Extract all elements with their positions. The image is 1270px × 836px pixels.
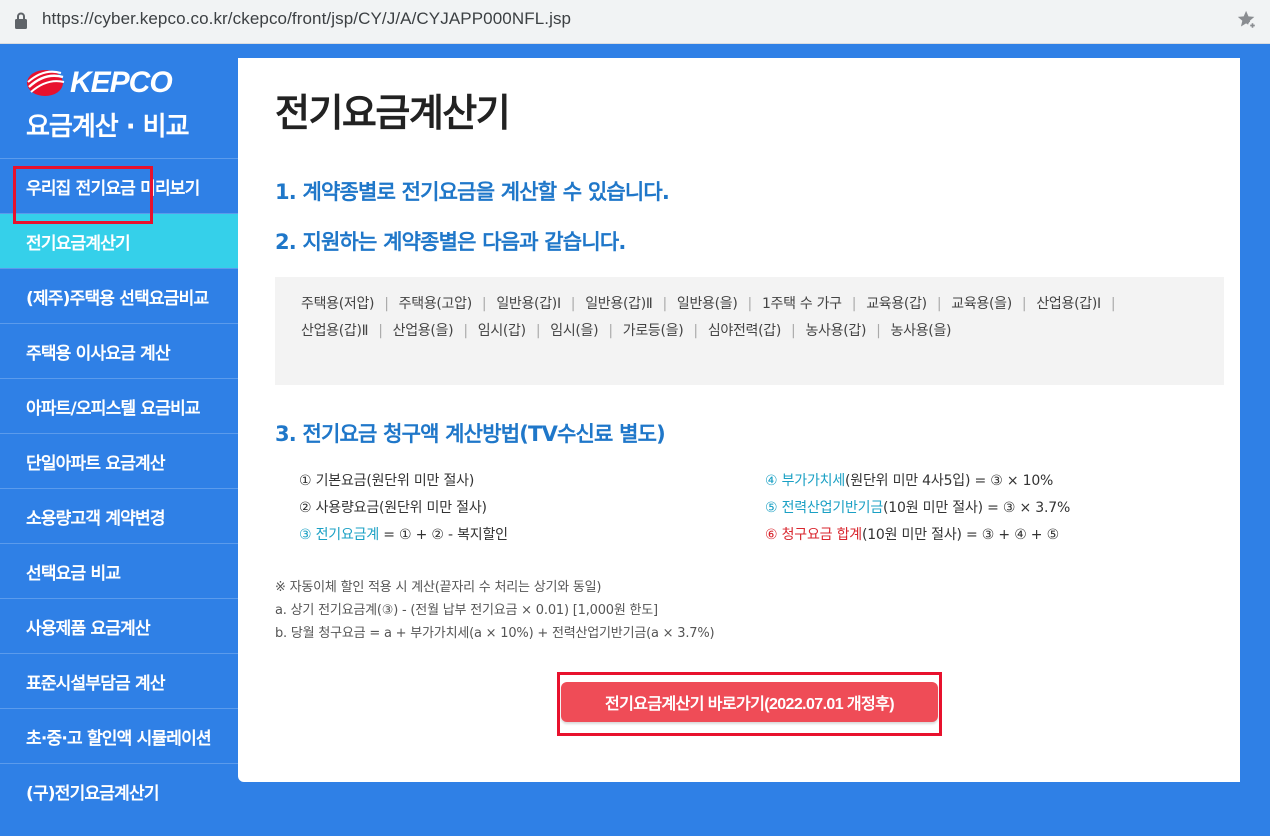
contract-type-separator: | xyxy=(851,296,857,312)
sidebar-item-appliance-calc[interactable]: 사용제품 요금계산 xyxy=(0,598,238,653)
calc-fund: ⑤ 전력산업기반기금(10원 미만 절사) = ③ × 3.7% xyxy=(765,495,1070,522)
bookmark-star-icon[interactable] xyxy=(1236,9,1258,31)
contract-type-tag: 일반용(갑)Ⅱ xyxy=(585,296,653,312)
main-panel: 전기요금계산기 1. 계약종별로 전기요금을 계산할 수 있습니다. 2. 지원… xyxy=(238,58,1240,782)
contract-type-tag: 농사용(갑) xyxy=(805,323,867,339)
contract-type-separator: | xyxy=(384,296,389,312)
calc-electric-total: ③ 전기요금계 = ① + ② - 복지할인 xyxy=(299,522,508,549)
kepco-mark-icon xyxy=(27,70,65,96)
contract-type-separator: | xyxy=(876,323,881,339)
contract-type-tag: 산업용(갑)Ⅱ xyxy=(301,323,369,339)
sidebar-item-old-calculator[interactable]: (구)전기요금계산기 xyxy=(0,763,238,818)
calc-basic-charge: ① 기본요금(원단위 미만 절사) xyxy=(299,473,475,489)
section-heading-3: 3. 전기요금 청구액 계산방법(TV수신료 별도) xyxy=(275,422,666,446)
contract-type-tag: 심야전력(갑) xyxy=(707,323,782,339)
contract-type-separator: | xyxy=(535,323,541,339)
sidebar-item-option-compare[interactable]: 선택요금 비교 xyxy=(0,543,238,598)
contract-type-separator: | xyxy=(378,323,383,339)
contract-type-tag: 임시(을) xyxy=(550,323,599,339)
calc-bill-total-label: ⑥ 청구요금 합계 xyxy=(765,527,862,543)
sidebar-item-facility-charge[interactable]: 표준시설부담금 계산 xyxy=(0,653,238,708)
contract-type-separator: | xyxy=(791,323,796,339)
sidebar: KEPCO 요금계산 · 비교 우리집 전기요금 미리보기 전기요금계산기 (제… xyxy=(0,44,238,836)
contract-type-tag: 1주택 수 가구 xyxy=(761,296,842,312)
contract-type-tag: 임시(갑) xyxy=(477,323,526,339)
contract-type-tag: 가로등(을) xyxy=(622,323,684,339)
contract-type-tag: 교육용(을) xyxy=(951,296,1012,312)
sidebar-item-preview[interactable]: 우리집 전기요금 미리보기 xyxy=(0,158,238,213)
contract-type-separator: | xyxy=(747,296,753,312)
note-autopay: ※ 자동이체 할인 적용 시 계산(끝자리 수 처리는 상기와 동일) xyxy=(275,580,602,595)
sidebar-menu: 우리집 전기요금 미리보기 전기요금계산기 (제주)주택용 선택요금비교 주택용… xyxy=(0,158,238,818)
page-title: 전기요금계산기 xyxy=(275,91,511,135)
contract-type-tag: 교육용(갑) xyxy=(866,296,927,312)
calc-usage-charge: ② 사용량요금(원단위 미만 절사) xyxy=(299,500,487,516)
sidebar-item-calculator[interactable]: 전기요금계산기 xyxy=(0,213,238,268)
calc-method-left: ① 기본요금(원단위 미만 절사) ② 사용량요금(원단위 미만 절사) ③ 전… xyxy=(299,468,508,549)
section-heading-1: 1. 계약종별로 전기요금을 계산할 수 있습니다. xyxy=(275,180,670,204)
calc-vat-formula: (원단위 미만 4사5입) = ③ × 10% xyxy=(845,473,1054,489)
logo-subtitle: 요금계산 · 비교 xyxy=(26,112,190,142)
contract-type-tag: 농사용(을) xyxy=(890,323,952,339)
calc-fund-formula: (10원 미만 절사) = ③ × 3.7% xyxy=(883,500,1071,516)
sidebar-item-jeju-compare[interactable]: (제주)주택용 선택요금비교 xyxy=(0,268,238,323)
contract-type-tag: 주택용(고압) xyxy=(398,296,473,312)
contract-type-tag: 일반용(을) xyxy=(676,296,738,312)
contract-type-separator: | xyxy=(1110,296,1116,312)
calc-bill-total-formula: (10원 미만 절사) = ③ + ④ + ⑤ xyxy=(861,527,1059,543)
contract-type-separator: | xyxy=(608,323,613,339)
contract-type-separator: | xyxy=(481,296,487,312)
browser-address-bar: https://cyber.kepco.co.kr/ckepco/front/j… xyxy=(0,0,1270,44)
calc-vat: ④ 부가가치세(원단위 미만 4사5입) = ③ × 10% xyxy=(765,468,1070,495)
url-text[interactable]: https://cyber.kepco.co.kr/ckepco/front/j… xyxy=(42,9,571,29)
sidebar-item-apartment-compare[interactable]: 아파트/오피스텔 요금비교 xyxy=(0,378,238,433)
calc-fund-label: ⑤ 전력산업기반기금 xyxy=(765,500,884,516)
contract-type-separator: | xyxy=(662,296,667,312)
contract-type-separator: | xyxy=(570,296,576,312)
contract-types-box: 주택용(저압) | 주택용(고압) | 일반용(갑)Ⅰ | 일반용(갑)Ⅱ | 일반용(을) | 1… xyxy=(275,277,1224,385)
lock-icon xyxy=(15,12,27,29)
calc-bill-total: ⑥ 청구요금 합계(10원 미만 절사) = ③ + ④ + ⑤ xyxy=(765,522,1070,549)
sidebar-item-school-discount[interactable]: 초·중·고 할인액 시뮬레이션 xyxy=(0,708,238,763)
section-heading-2: 2. 지원하는 계약종별은 다음과 같습니다. xyxy=(275,230,626,254)
sidebar-item-single-apartment[interactable]: 단일아파트 요금계산 xyxy=(0,433,238,488)
calc-method-right: ④ 부가가치세(원단위 미만 4사5입) = ③ × 10% ⑤ 전력산업기반기… xyxy=(765,468,1070,549)
contract-type-tag: 산업용(갑)Ⅰ xyxy=(1036,296,1101,312)
sidebar-item-small-contract[interactable]: 소용량고객 계약변경 xyxy=(0,488,238,543)
contract-type-tag: 산업용(을) xyxy=(392,323,454,339)
contract-type-tag: 일반용(갑)Ⅰ xyxy=(496,296,561,312)
calc-electric-total-formula: = ① + ② - 복지할인 xyxy=(379,527,508,543)
contract-type-separator: | xyxy=(936,296,942,312)
autopay-notes: ※ 자동이체 할인 적용 시 계산(끝자리 수 처리는 상기와 동일) a. 상… xyxy=(275,576,715,645)
sidebar-item-move-calc[interactable]: 주택용 이사요금 계산 xyxy=(0,323,238,378)
note-a: a. 상기 전기요금계(③) - (전월 납부 전기요금 × 0.01) [1,… xyxy=(275,603,658,618)
contract-type-tag: 주택용(저압) xyxy=(301,296,375,312)
calc-electric-total-label: ③ 전기요금계 xyxy=(299,527,380,543)
contract-type-separator: | xyxy=(1021,296,1027,312)
contract-type-separator: | xyxy=(693,323,698,339)
logo-wordmark: KEPCO xyxy=(70,66,173,99)
contract-type-separator: | xyxy=(463,323,468,339)
calc-vat-label: ④ 부가가치세 xyxy=(765,473,846,489)
kepco-logo[interactable]: KEPCO 요금계산 · 비교 xyxy=(26,66,190,143)
note-b: b. 당월 청구요금 = a + 부가가치세(a × 10%) + 전력산업기반… xyxy=(275,626,715,641)
calculator-shortcut-button[interactable]: 전기요금계산기 바로가기(2022.07.01 개정후) xyxy=(561,682,938,722)
